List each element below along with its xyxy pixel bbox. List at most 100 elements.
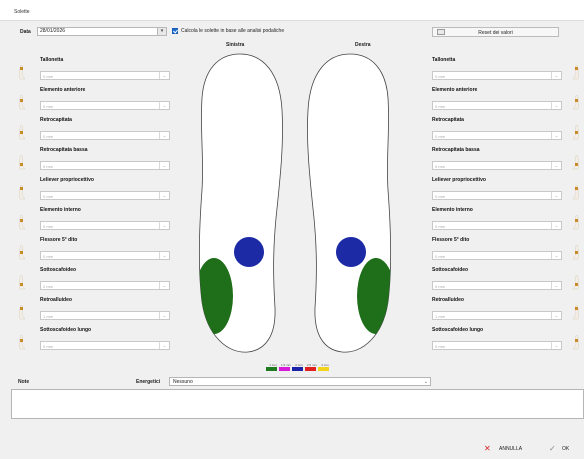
chevron-down-icon: ⌄ <box>423 379 428 385</box>
legend-swatch <box>292 367 303 371</box>
date-label: Data <box>20 29 31 35</box>
right-field-value: 0 mm <box>435 194 445 199</box>
right-field-select[interactable]: 0 mm ⌄ <box>432 281 562 290</box>
legend-label: 1,5 mm <box>280 363 291 367</box>
right-field-label: Flessore 5° dito <box>432 237 470 243</box>
chevron-down-icon: ⌄ <box>551 252 561 259</box>
legend-label: 2,5 mm <box>306 363 317 367</box>
check-icon: ✓ <box>549 444 556 453</box>
legend-item: 1 mm <box>266 363 280 371</box>
right-field-select[interactable]: 0 mm ⌄ <box>432 131 562 140</box>
right-blue-zone <box>336 237 366 267</box>
energetici-label: Energetici <box>136 379 161 385</box>
chevron-down-icon: ⌄ <box>551 222 561 229</box>
solette-window: Solette Data 28/01/2026 ▾ Calcola le sol… <box>0 0 584 459</box>
foot-profile-icon <box>18 214 26 232</box>
right-field-label: Retroalluideo <box>432 297 464 303</box>
right-field-label: Elemento anteriore <box>432 87 478 93</box>
right-field-label: Tallonetta <box>432 57 456 63</box>
right-field-label: Sottoscafoideo <box>432 267 469 273</box>
foot-profile-icon <box>572 214 580 232</box>
foot-profile-icon <box>572 94 580 112</box>
left-field-select[interactable]: 0 mm ⌄ <box>40 221 170 230</box>
ok-label: OK <box>562 446 570 452</box>
left-field-select[interactable]: 0 mm ⌄ <box>40 251 170 260</box>
right-field-select[interactable]: 0 mm ⌄ <box>432 251 562 260</box>
left-field-value: 0 mm <box>43 164 53 169</box>
notes-textarea[interactable] <box>11 389 584 419</box>
foot-profile-icon <box>572 274 580 292</box>
foot-profile-icon <box>18 334 26 352</box>
legend-item: 1,5 mm <box>279 363 293 371</box>
chevron-down-icon: ⌄ <box>551 312 561 319</box>
chevron-down-icon: ⌄ <box>551 162 561 169</box>
foot-profile-icon <box>18 244 26 262</box>
calc-insoles-checkbox[interactable] <box>172 28 178 34</box>
foot-profile-icon <box>18 64 26 82</box>
left-field-select[interactable]: 2 mm ⌄ <box>40 281 170 290</box>
energetici-select[interactable]: Nessuno ⌄ <box>169 377 431 386</box>
foot-profile-icon <box>572 304 580 322</box>
right-field-select[interactable]: 0 mm ⌄ <box>432 101 562 110</box>
reset-values-label: Reset dei valori <box>478 30 513 36</box>
chevron-down-icon: ⌄ <box>551 282 561 289</box>
right-field-value: 0 mm <box>435 134 445 139</box>
date-picker-button[interactable]: ▾ <box>157 27 167 36</box>
insoles-diagram: Sinistra Destra <box>180 40 410 370</box>
foot-profile-icon <box>18 94 26 112</box>
right-field-label: Retrocapitata <box>432 117 464 123</box>
right-field-select[interactable]: 1 mm ⌄ <box>432 311 562 320</box>
legend-swatch <box>279 367 290 371</box>
left-field-label: Retrocapitata <box>40 117 72 123</box>
left-field-select[interactable]: 1 mm ⌄ <box>40 311 170 320</box>
left-field-select[interactable]: 0 mm ⌄ <box>40 161 170 170</box>
chevron-down-icon: ⌄ <box>159 342 169 349</box>
right-field-label: Retrocapitata bassa <box>432 147 480 153</box>
right-field-value: 0 mm <box>435 344 445 349</box>
energetici-value: Nessuno <box>173 379 193 385</box>
right-green-zone <box>357 258 391 334</box>
left-field-value: 0 mm <box>43 344 53 349</box>
left-field-value: 1 mm <box>43 314 53 319</box>
left-field-select[interactable]: 0 mm ⌄ <box>40 101 170 110</box>
chevron-down-icon: ⌄ <box>551 132 561 139</box>
left-field-label: Elemento interno <box>40 207 81 213</box>
right-field-label: Sottoscafoideo lungo <box>432 327 484 333</box>
left-field-select[interactable]: 0 mm ⌄ <box>40 341 170 350</box>
left-field-select[interactable]: 0 mm ⌄ <box>40 191 170 200</box>
legend-swatch <box>318 367 329 371</box>
chevron-down-icon: ⌄ <box>159 252 169 259</box>
right-field-select[interactable]: 0 mm ⌄ <box>432 161 562 170</box>
calc-insoles-label: Calcola le solette in base alle analisi … <box>181 28 285 34</box>
left-blue-zone <box>234 237 264 267</box>
reset-values-button[interactable]: Reset dei valori <box>432 27 559 37</box>
right-field-label: Elemento interno <box>432 207 473 213</box>
chevron-down-icon: ⌄ <box>551 72 561 79</box>
insoles-svg <box>198 53 392 353</box>
left-field-value: 0 mm <box>43 134 53 139</box>
foot-profile-icon <box>572 124 580 142</box>
left-field-label: Sottoscafoideo lungo <box>40 327 92 333</box>
right-field-select[interactable]: 0 mm ⌄ <box>432 341 562 350</box>
cancel-label: ANNULLA <box>499 446 523 452</box>
window-title: Solette <box>14 9 30 15</box>
right-field-value: 0 mm <box>435 224 445 229</box>
date-input[interactable]: 28/01/2026 <box>37 27 159 36</box>
right-field-select[interactable]: 0 mm ⌄ <box>432 71 562 80</box>
left-field-label: Sottoscafoideo <box>40 267 77 273</box>
right-field-select[interactable]: 0 mm ⌄ <box>432 221 562 230</box>
left-field-value: 2 mm <box>43 284 53 289</box>
left-field-label: Elemento anteriore <box>40 87 86 93</box>
foot-profile-icon <box>18 274 26 292</box>
left-field-label: Retroalluideo <box>40 297 72 303</box>
left-field-value: 0 mm <box>43 74 53 79</box>
foot-profile-icon <box>572 334 580 352</box>
ok-button[interactable]: ✓ OK <box>549 444 579 454</box>
right-field-select[interactable]: 0 mm ⌄ <box>432 191 562 200</box>
foot-profile-icon <box>572 244 580 262</box>
chevron-down-icon: ⌄ <box>551 342 561 349</box>
title-bar: Solette <box>0 0 584 21</box>
left-field-select[interactable]: 0 mm ⌄ <box>40 71 170 80</box>
left-field-select[interactable]: 0 mm ⌄ <box>40 131 170 140</box>
cancel-button[interactable]: ✕ ANNULLA <box>484 444 539 454</box>
